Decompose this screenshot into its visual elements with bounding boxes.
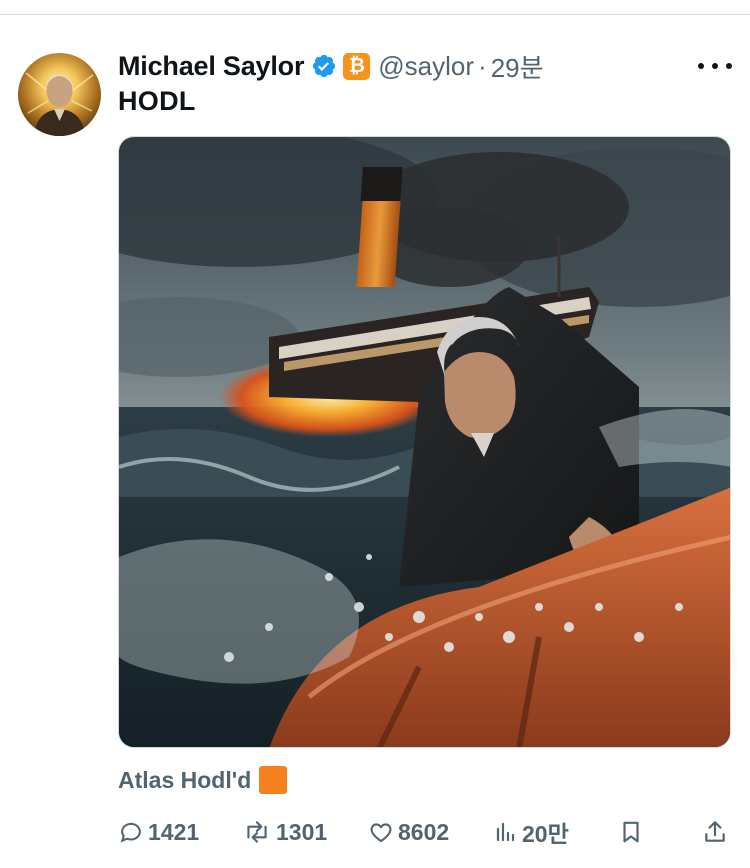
share-icon: [705, 821, 725, 842]
reply-icon: [120, 822, 141, 843]
avatar-portrait: [25, 72, 94, 136]
like-icon: [370, 823, 392, 843]
repost-icon: [247, 821, 267, 843]
views-icon: [496, 822, 515, 842]
post-image[interactable]: [118, 136, 731, 748]
bookmark-button[interactable]: [618, 814, 644, 850]
reply-count: 1421: [148, 818, 200, 845]
post-text: HODL: [118, 86, 196, 116]
bookmark-icon: [623, 821, 639, 843]
reply-button[interactable]: 1421: [118, 814, 199, 850]
post-time[interactable]: 29분: [491, 48, 544, 85]
repost-count: 1301: [276, 818, 328, 845]
like-button[interactable]: 8602: [368, 814, 449, 850]
action-bar: 1421 1301 8602 20만: [118, 814, 734, 850]
top-strip: [0, 0, 750, 14]
repost-button[interactable]: 1301: [242, 814, 327, 850]
verified-icon: [311, 53, 337, 79]
bitcoin-badge-icon: ₿: [343, 52, 371, 80]
image-sinking-ship-scene: [119, 137, 730, 747]
author-name[interactable]: Michael Saylor: [118, 51, 304, 82]
media-caption-text: Atlas Hodl'd: [118, 766, 252, 793]
orange-square-icon: [259, 766, 288, 794]
separator-dot: ·: [478, 50, 487, 81]
post-header: Michael Saylor ₿ @saylor · 29분: [118, 46, 544, 86]
like-count: 8602: [398, 818, 450, 845]
views-count: 20만: [522, 821, 569, 847]
divider: [0, 14, 750, 15]
media-caption: Atlas Hodl'd: [118, 766, 288, 794]
share-button[interactable]: [702, 814, 728, 850]
more-icon[interactable]: [698, 53, 732, 79]
views-button[interactable]: 20만: [494, 814, 569, 850]
avatar[interactable]: [18, 53, 101, 136]
author-handle[interactable]: @saylor: [378, 51, 474, 82]
